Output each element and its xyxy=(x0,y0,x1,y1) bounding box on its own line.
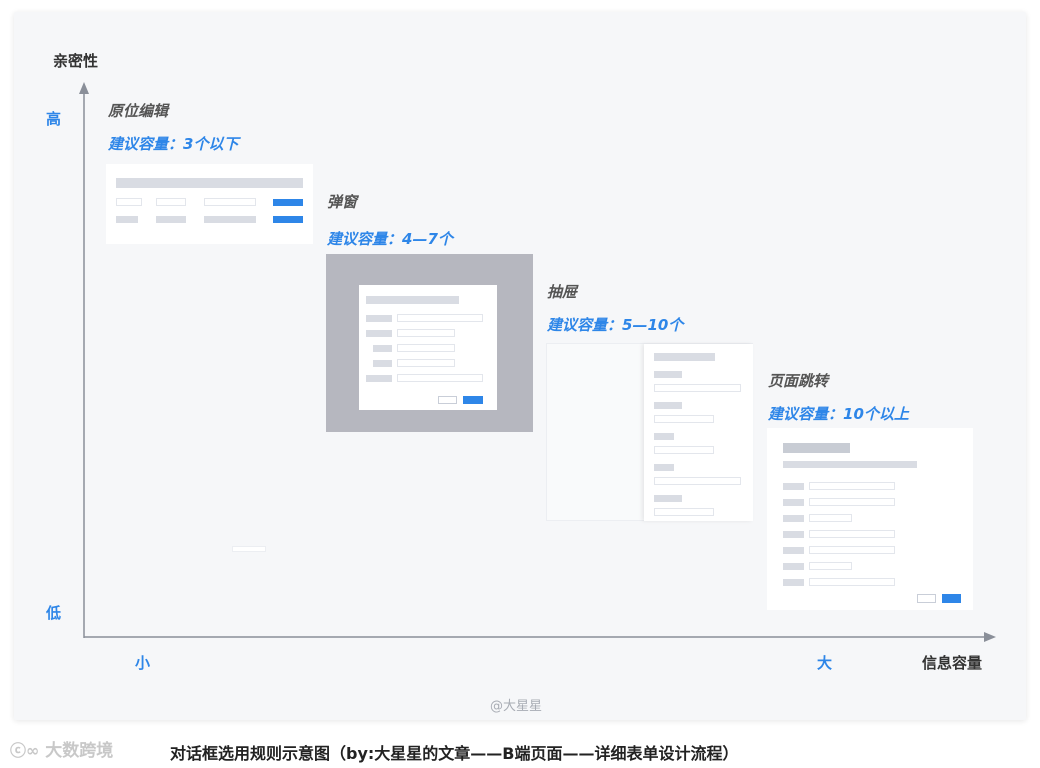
author-watermark: @大星星 xyxy=(490,699,543,714)
page-submit-button xyxy=(942,594,961,603)
group-inline-edit-capacity: 建议容量：3个以下 xyxy=(108,135,239,153)
x-axis-large-label: 大 xyxy=(817,654,833,672)
modal-title-bar xyxy=(366,296,459,304)
inline-input xyxy=(156,198,186,206)
group-drawer-title: 抽屉 xyxy=(547,283,578,301)
drawer-title-bar xyxy=(654,353,715,361)
faint-placeholder xyxy=(232,546,266,552)
drawer-thumbnail xyxy=(546,343,753,521)
x-axis-title: 信息容量 xyxy=(922,654,983,672)
y-axis-title: 亲密性 xyxy=(53,52,99,70)
inline-input xyxy=(204,198,256,206)
modal-cancel-button xyxy=(438,396,457,404)
inline-save-button xyxy=(273,199,303,206)
y-axis-high-label: 高 xyxy=(46,110,62,128)
brand-logo-icon: ⓒ∞ xyxy=(10,741,40,760)
drawer-panel xyxy=(644,344,753,521)
group-modal-capacity: 建议容量：4—7个 xyxy=(327,230,453,248)
modal-confirm-button xyxy=(463,396,483,404)
figure-caption: 对话框选用规则示意图（by:大星星的文章——B端页面——详细表单设计流程） xyxy=(170,744,739,763)
modal-dialog xyxy=(359,285,497,410)
modal-thumbnail xyxy=(326,254,533,432)
group-page-jump-title: 页面跳转 xyxy=(768,372,829,390)
x-axis-small-label: 小 xyxy=(135,654,151,672)
y-axis-arrow xyxy=(79,82,89,94)
row-cell xyxy=(156,216,186,223)
y-axis-low-label: 低 xyxy=(46,604,62,622)
x-axis-arrow xyxy=(984,632,996,642)
page-title-bar xyxy=(783,443,850,453)
brand-watermark: ⓒ∞ 大数跨境 xyxy=(10,741,114,761)
page-subtitle-bar xyxy=(783,461,917,468)
row-cell xyxy=(116,216,138,223)
table-header-bar xyxy=(116,178,303,188)
group-modal-title: 弹窗 xyxy=(327,193,358,211)
inline-edit-thumbnail xyxy=(106,164,313,244)
row-action-button xyxy=(273,216,303,223)
inline-input xyxy=(116,198,142,206)
group-page-jump-capacity: 建议容量：10个以上 xyxy=(768,405,909,423)
group-inline-edit-title: 原位编辑 xyxy=(108,102,169,120)
page-jump-thumbnail xyxy=(767,428,973,610)
page-cancel-button xyxy=(917,594,936,603)
row-cell xyxy=(204,216,256,223)
group-drawer-capacity: 建议容量：5—10个 xyxy=(547,316,684,334)
